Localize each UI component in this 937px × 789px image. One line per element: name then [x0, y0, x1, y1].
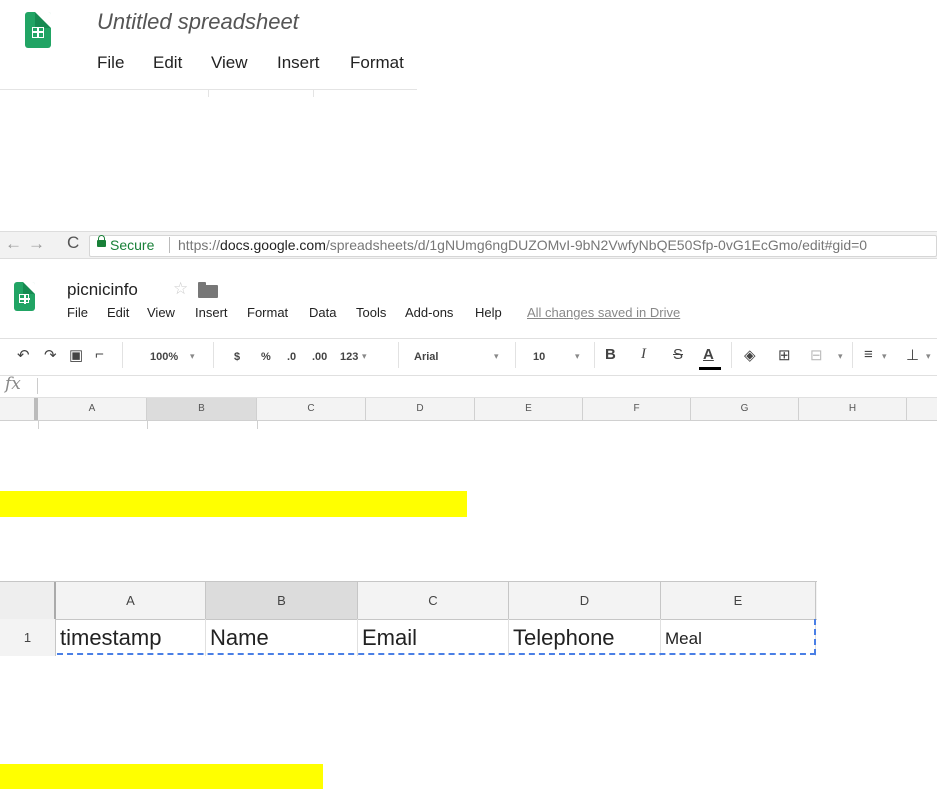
divider	[147, 421, 148, 429]
column-header-b[interactable]: B	[206, 582, 358, 619]
cell-a1[interactable]: timestamp	[56, 619, 206, 656]
menu-file[interactable]: File	[97, 53, 124, 73]
column-header-d[interactable]: D	[366, 398, 475, 420]
menu-edit[interactable]: Edit	[107, 305, 129, 320]
column-header-c[interactable]: C	[257, 398, 366, 420]
divider	[398, 342, 399, 368]
chevron-down-icon[interactable]: ▾	[494, 351, 499, 362]
zoom-select[interactable]: 100%	[150, 351, 178, 363]
document-title[interactable]: Untitled spreadsheet	[97, 9, 299, 35]
highlight-bar	[0, 764, 323, 789]
divider	[257, 421, 258, 429]
menu-insert[interactable]: Insert	[195, 305, 228, 320]
fill-color-icon[interactable]: ◈	[744, 346, 756, 364]
cell-d1[interactable]: Telephone	[509, 619, 661, 656]
merge-cells-icon[interactable]: ⊟	[810, 346, 823, 364]
column-header-a[interactable]: A	[38, 398, 147, 420]
menu-data[interactable]: Data	[309, 305, 336, 320]
select-all-corner[interactable]	[0, 398, 38, 420]
column-header-a[interactable]: A	[56, 582, 206, 619]
divider	[169, 237, 170, 253]
cell-c1[interactable]: Email	[358, 619, 509, 656]
divider	[122, 342, 123, 368]
formula-bar[interactable]	[0, 375, 937, 398]
text-color-swatch	[699, 367, 721, 370]
text-color-button[interactable]: A	[703, 346, 714, 363]
redo-icon[interactable]: ↷	[44, 346, 57, 364]
vertical-align-icon[interactable]: ⊥	[906, 346, 919, 364]
chevron-down-icon[interactable]: ▾	[190, 351, 195, 362]
chevron-down-icon[interactable]: ▾	[362, 351, 367, 362]
forward-icon[interactable]: →	[28, 234, 45, 254]
decrease-decimal-button[interactable]: .0	[287, 351, 296, 363]
menu-format[interactable]: Format	[350, 53, 404, 73]
cell-b1[interactable]: Name	[206, 619, 358, 656]
sheets-logo-icon[interactable]	[25, 12, 51, 48]
column-header-f[interactable]: F	[583, 398, 691, 420]
divider	[515, 342, 516, 368]
back-icon[interactable]: ←	[5, 234, 22, 254]
menu-file[interactable]: File	[67, 305, 88, 320]
column-header-d[interactable]: D	[509, 582, 661, 619]
menu-view[interactable]: View	[147, 305, 175, 320]
chevron-down-icon[interactable]: ▾	[575, 351, 580, 362]
menu-insert[interactable]: Insert	[277, 53, 320, 73]
row-header-1[interactable]: 1	[0, 619, 56, 656]
font-size-select[interactable]: 10	[533, 351, 545, 363]
bold-button[interactable]: B	[605, 346, 616, 363]
highlight-bar	[0, 491, 467, 517]
menu-addons[interactable]: Add-ons	[405, 305, 453, 320]
document-title[interactable]: picnicinfo	[67, 280, 138, 300]
cell-e1[interactable]: Meal	[661, 619, 816, 656]
star-icon[interactable]: ☆	[173, 279, 188, 299]
refresh-icon[interactable]: C	[67, 233, 79, 253]
chevron-down-icon[interactable]: ▾	[882, 351, 887, 362]
divider	[37, 378, 38, 394]
url-text[interactable]: https://docs.google.com/spreadsheets/d/1…	[178, 237, 867, 253]
column-header-b[interactable]: B	[147, 398, 257, 420]
menu-tools[interactable]: Tools	[356, 305, 386, 320]
sheets-logo-icon[interactable]	[14, 282, 35, 311]
menu-help[interactable]: Help	[475, 305, 502, 320]
divider	[594, 342, 595, 368]
more-formats-button[interactable]: 123	[340, 351, 358, 363]
url-prefix: https://	[178, 237, 221, 253]
divider	[38, 421, 39, 429]
currency-format-button[interactable]: $	[234, 351, 240, 363]
horizontal-align-icon[interactable]: ≡	[864, 346, 873, 363]
formatting-toolbar	[0, 338, 937, 376]
save-status-link[interactable]: All changes saved in Drive	[527, 305, 680, 320]
chevron-down-icon[interactable]: ▾	[838, 351, 843, 362]
menu-edit[interactable]: Edit	[153, 53, 182, 73]
column-header-e[interactable]: E	[661, 582, 816, 619]
column-header-e[interactable]: E	[475, 398, 583, 420]
print-icon[interactable]: ▣	[69, 346, 83, 364]
secure-label: Secure	[110, 237, 155, 253]
url-domain: docs.google.com	[220, 237, 326, 253]
divider	[213, 342, 214, 368]
chevron-down-icon[interactable]: ▾	[926, 351, 931, 362]
lock-icon	[97, 235, 106, 247]
increase-decimal-button[interactable]: .00	[312, 351, 327, 363]
paint-format-icon[interactable]: ⌐	[95, 346, 104, 363]
divider	[852, 342, 853, 368]
menu-format[interactable]: Format	[247, 305, 288, 320]
folder-icon[interactable]	[198, 282, 218, 298]
font-select[interactable]: Arial	[414, 351, 438, 363]
undo-icon[interactable]: ↶	[17, 346, 30, 364]
strikethrough-button[interactable]: S	[673, 346, 683, 363]
column-header-h[interactable]: H	[799, 398, 907, 420]
select-all-corner[interactable]	[0, 582, 56, 619]
column-header-c[interactable]: C	[358, 582, 509, 619]
divider	[208, 89, 209, 97]
divider	[731, 342, 732, 368]
italic-button[interactable]: I	[641, 346, 646, 363]
borders-icon[interactable]: ⊞	[778, 346, 791, 364]
fx-icon: fx	[5, 374, 21, 394]
percent-format-button[interactable]: %	[261, 351, 271, 363]
menu-view[interactable]: View	[211, 53, 248, 73]
url-path: /spreadsheets/d/1gNUmg6ngDUZOMvI-9bN2Vwf…	[325, 237, 868, 253]
divider	[313, 89, 314, 97]
column-header-g[interactable]: G	[691, 398, 799, 420]
